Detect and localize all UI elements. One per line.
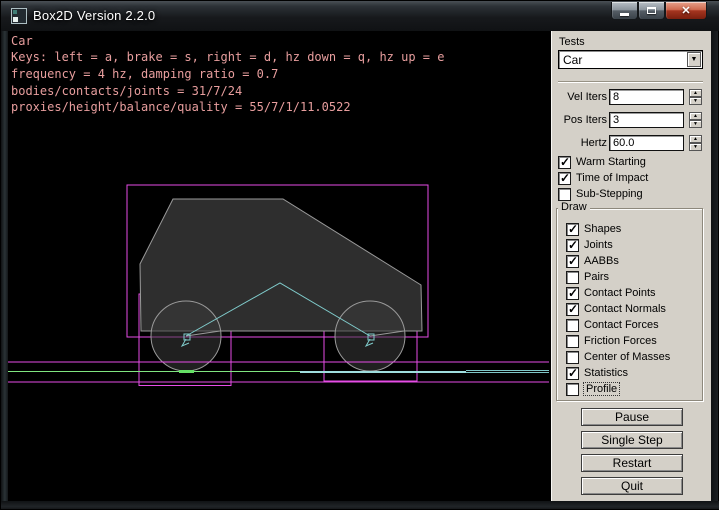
- contact-forces-label: Contact Forces: [584, 319, 659, 331]
- spin-up-icon[interactable]: ▲: [689, 112, 702, 120]
- vel-iters-input[interactable]: 8: [609, 89, 684, 105]
- hud-proxies: proxies/height/balance/quality = 55/7/1/…: [11, 100, 351, 114]
- friction-forces-label: Friction Forces: [584, 335, 657, 347]
- restart-button[interactable]: Restart: [581, 454, 683, 472]
- contact-points-label: Contact Points: [584, 287, 656, 299]
- pos-iters-spinner[interactable]: ▲ ▼: [689, 112, 702, 129]
- center-of-masses-checkbox[interactable]: ✓: [566, 351, 579, 364]
- contact-normals-label: Contact Normals: [584, 303, 666, 315]
- pairs-checkbox[interactable]: ✓: [566, 271, 579, 284]
- warm-starting-label: Warm Starting: [576, 156, 646, 168]
- check-icon: ✓: [568, 254, 578, 268]
- check-icon: ✓: [560, 155, 570, 169]
- close-icon: ✕: [681, 4, 690, 17]
- check-icon: ✓: [568, 286, 578, 300]
- time-of-impact-label: Time of Impact: [576, 172, 648, 184]
- vel-iters-spinner[interactable]: ▲ ▼: [689, 89, 702, 106]
- sub-stepping-checkbox[interactable]: ✓: [558, 188, 571, 201]
- pairs-label: Pairs: [584, 271, 609, 283]
- window-title: Box2D Version 2.2.0: [33, 8, 155, 23]
- maximize-icon: [647, 7, 656, 14]
- warm-starting-checkbox[interactable]: ✓: [558, 156, 571, 169]
- hud-frequency: frequency = 4 hz, damping ratio = 0.7: [11, 67, 278, 81]
- test-select-value: Car: [563, 53, 582, 67]
- minimize-button[interactable]: [611, 2, 638, 20]
- close-button[interactable]: ✕: [665, 2, 707, 20]
- hud-test-name: Car: [11, 34, 33, 48]
- pause-button[interactable]: Pause: [581, 408, 683, 426]
- control-panel: Tests Car ▼ Vel Iters 8 ▲ ▼ Pos Iters 3 …: [551, 31, 713, 503]
- quit-button[interactable]: Quit: [581, 477, 683, 495]
- window-border-bottom: [1, 501, 719, 509]
- hud-keys: Keys: left = a, brake = s, right = d, hz…: [11, 50, 444, 64]
- profile-label: Profile: [584, 383, 619, 395]
- friction-forces-checkbox[interactable]: ✓: [566, 335, 579, 348]
- app-icon-detail2: [13, 10, 17, 14]
- app-icon-detail: [13, 17, 18, 22]
- hertz-spinner[interactable]: ▲ ▼: [689, 135, 702, 152]
- window-border-right: [711, 31, 718, 503]
- contact-normals-checkbox[interactable]: ✓: [566, 303, 579, 316]
- spin-down-icon[interactable]: ▼: [689, 97, 702, 105]
- profile-checkbox[interactable]: ✓: [566, 383, 579, 396]
- pos-iters-input[interactable]: 3: [609, 112, 684, 128]
- contact-forces-checkbox[interactable]: ✓: [566, 319, 579, 332]
- spin-up-icon[interactable]: ▲: [689, 89, 702, 97]
- shapes-label: Shapes: [584, 223, 621, 235]
- hertz-input[interactable]: 60.0: [609, 135, 684, 151]
- single-step-button[interactable]: Single Step: [581, 431, 683, 449]
- window-border-left: [1, 31, 8, 503]
- maximize-button[interactable]: [638, 2, 665, 20]
- shapes-checkbox[interactable]: ✓: [566, 223, 579, 236]
- time-of-impact-checkbox[interactable]: ✓: [558, 172, 571, 185]
- separator: [558, 81, 703, 83]
- draw-group-title: Draw: [558, 201, 590, 213]
- check-icon: ✓: [568, 366, 578, 380]
- app-window: Box2D Version 2.2.0 ✕: [0, 0, 719, 510]
- pos-iters-label: Pos Iters: [552, 114, 607, 126]
- hud-bodies: bodies/contacts/joints = 31/7/24: [11, 84, 242, 98]
- hertz-label: Hertz: [552, 137, 607, 149]
- joints-label: Joints: [584, 239, 613, 251]
- simulation-canvas[interactable]: Car Keys: left = a, brake = s, right = d…: [8, 31, 551, 503]
- aabbs-checkbox[interactable]: ✓: [566, 255, 579, 268]
- test-select-combobox[interactable]: Car ▼: [558, 50, 703, 69]
- joints-checkbox[interactable]: ✓: [566, 239, 579, 252]
- titlebar[interactable]: Box2D Version 2.2.0 ✕: [1, 1, 719, 31]
- minimize-icon: [620, 13, 629, 16]
- spin-down-icon[interactable]: ▼: [689, 143, 702, 151]
- caption-buttons: ✕: [611, 2, 707, 20]
- center-of-masses-label: Center of Masses: [584, 351, 670, 363]
- sub-stepping-label: Sub-Stepping: [576, 188, 643, 200]
- spin-up-icon[interactable]: ▲: [689, 135, 702, 143]
- left-contact-highlight: [179, 370, 194, 373]
- contact-points-checkbox[interactable]: ✓: [566, 287, 579, 300]
- vel-iters-label: Vel Iters: [552, 91, 607, 103]
- spin-down-icon[interactable]: ▼: [689, 120, 702, 128]
- check-icon: ✓: [568, 222, 578, 236]
- statistics-checkbox[interactable]: ✓: [566, 367, 579, 380]
- check-icon: ✓: [568, 238, 578, 252]
- chevron-down-icon: ▼: [691, 56, 698, 63]
- combobox-dropdown-button[interactable]: ▼: [687, 52, 701, 67]
- app-icon: [11, 8, 27, 24]
- statistics-label: Statistics: [584, 367, 628, 379]
- check-icon: ✓: [568, 302, 578, 316]
- tests-label: Tests: [559, 36, 585, 48]
- check-icon: ✓: [560, 171, 570, 185]
- aabbs-label: AABBs: [584, 255, 619, 267]
